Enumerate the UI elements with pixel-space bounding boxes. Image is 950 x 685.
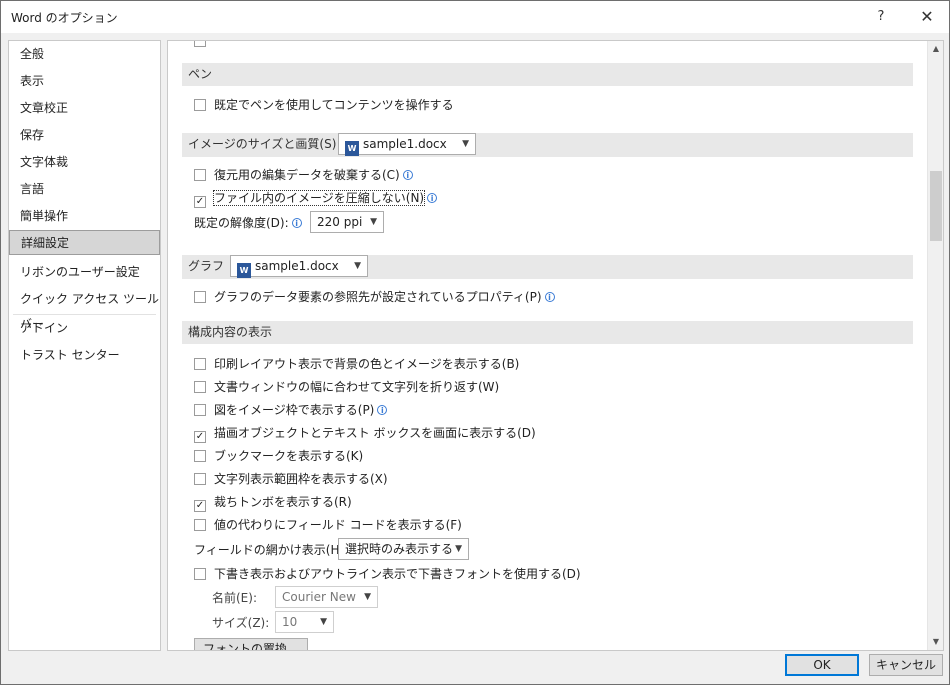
word-doc-icon: W bbox=[237, 263, 251, 278]
checkbox-checked[interactable]: ✓ bbox=[194, 196, 206, 208]
scroll-down-arrow-icon[interactable]: ▼ bbox=[928, 634, 944, 650]
checkbox[interactable] bbox=[194, 473, 206, 485]
option-field-codes[interactable]: 値の代わりにフィールド コードを表示する(F) bbox=[194, 516, 462, 534]
settings-pane: ペン 既定でペンを使用してコンテンツを操作する イメージのサイズと画質(S) W… bbox=[167, 40, 944, 651]
info-icon: i bbox=[377, 405, 388, 415]
checkbox[interactable] bbox=[194, 169, 206, 181]
nav-item-language[interactable]: 言語 bbox=[9, 177, 160, 202]
checkbox[interactable] bbox=[194, 291, 206, 303]
checkbox[interactable] bbox=[194, 358, 206, 370]
resolution-label: 既定の解像度(D): i bbox=[194, 214, 302, 232]
nav-item-proofing[interactable]: 文章校正 bbox=[9, 96, 160, 121]
option-show-background[interactable]: 印刷レイアウト表示で背景の色とイメージを表示する(B) bbox=[194, 355, 519, 373]
checkbox-checked[interactable]: ✓ bbox=[194, 500, 206, 512]
option-wrap-text[interactable]: 文書ウィンドウの幅に合わせて文字列を折り返す(W) bbox=[194, 378, 499, 396]
nav-item-typography[interactable]: 文字体裁 bbox=[9, 150, 160, 175]
nav-item-save[interactable]: 保存 bbox=[9, 123, 160, 148]
chart-section-title: グラフ bbox=[188, 259, 225, 273]
option-text-boundaries[interactable]: 文字列表示範囲枠を表示する(X) bbox=[194, 470, 388, 488]
font-name-select[interactable]: Courier New ▼ bbox=[275, 586, 378, 608]
info-icon: i bbox=[402, 170, 413, 180]
nav-item-customize-ribbon[interactable]: リボンのユーザー設定 bbox=[9, 260, 160, 285]
resolution-select[interactable]: 220 ppi ▼ bbox=[310, 211, 384, 233]
nav-item-advanced[interactable]: 詳細設定 bbox=[9, 230, 160, 255]
checkbox[interactable] bbox=[194, 99, 206, 111]
window-title: Word のオプション bbox=[11, 11, 118, 25]
checkbox-checked[interactable]: ✓ bbox=[194, 431, 206, 443]
title-bar: Word のオプション ? ✕ bbox=[1, 1, 949, 33]
section-header-display: 構成内容の表示 bbox=[182, 321, 913, 344]
nav-item-display[interactable]: 表示 bbox=[9, 69, 160, 94]
clipped-option bbox=[194, 41, 214, 50]
field-shading-select[interactable]: 選択時のみ表示する ▼ bbox=[338, 538, 469, 560]
checkbox[interactable] bbox=[194, 450, 206, 462]
option-discard-edit-data[interactable]: 復元用の編集データを破棄する(C) i bbox=[194, 166, 413, 184]
field-shading-label: フィールドの網かけ表示(H): bbox=[194, 543, 349, 557]
option-draft-font[interactable]: 下書き表示およびアウトライン表示で下書きフォントを使用する(D) bbox=[194, 565, 581, 583]
ok-button[interactable]: OK bbox=[785, 654, 859, 676]
nav-item-accessibility[interactable]: 簡単操作 bbox=[9, 204, 160, 229]
checkbox[interactable] bbox=[194, 519, 206, 531]
checkbox[interactable] bbox=[194, 568, 206, 580]
option-show-bookmarks[interactable]: ブックマークを表示する(K) bbox=[194, 447, 363, 465]
nav-item-trust-center[interactable]: トラスト センター bbox=[9, 343, 160, 368]
category-nav: 全般 表示 文章校正 保存 文字体裁 言語 簡単操作 詳細設定 リボンのユーザー… bbox=[8, 40, 161, 651]
option-show-drawings[interactable]: ✓ 描画オブジェクトとテキスト ボックスを画面に表示する(D) bbox=[194, 424, 536, 443]
section-header-pen: ペン bbox=[182, 63, 913, 86]
help-button[interactable]: ? bbox=[869, 5, 893, 29]
info-icon: i bbox=[291, 218, 302, 228]
option-picture-placeholders[interactable]: 図をイメージ枠で表示する(P) i bbox=[194, 401, 388, 419]
nav-divider bbox=[13, 314, 156, 315]
word-doc-icon: W bbox=[345, 141, 359, 156]
checkbox[interactable] bbox=[194, 41, 206, 47]
content-scrollbar[interactable]: ▲ ▼ bbox=[927, 41, 943, 650]
checkbox[interactable] bbox=[194, 404, 206, 416]
checkbox[interactable] bbox=[194, 381, 206, 393]
option-chart-properties[interactable]: グラフのデータ要素の参照先が設定されているプロパティ(P) i bbox=[194, 288, 555, 306]
cancel-button[interactable]: キャンセル bbox=[869, 654, 943, 676]
nav-item-add-ins[interactable]: アドイン bbox=[9, 316, 160, 341]
section-header-image: イメージのサイズと画質(S) bbox=[182, 133, 913, 157]
info-icon: i bbox=[544, 292, 555, 302]
close-button[interactable]: ✕ bbox=[913, 5, 941, 29]
font-size-label: サイズ(Z): bbox=[212, 616, 270, 630]
font-substitution-button[interactable]: フォントの置換(F)... bbox=[194, 638, 308, 650]
chart-doc-select[interactable]: Wsample1.docx ▼ bbox=[230, 255, 368, 278]
scroll-up-arrow-icon[interactable]: ▲ bbox=[928, 41, 944, 57]
option-crop-marks[interactable]: ✓ 裁ちトンボを表示する(R) bbox=[194, 493, 352, 512]
scroll-thumb[interactable] bbox=[930, 171, 942, 241]
option-pen-default[interactable]: 既定でペンを使用してコンテンツを操作する bbox=[194, 96, 454, 114]
info-icon: i bbox=[427, 193, 438, 203]
font-name-label: 名前(E): bbox=[212, 591, 257, 605]
nav-item-general[interactable]: 全般 bbox=[9, 42, 160, 67]
image-section-title: イメージのサイズと画質(S) bbox=[188, 137, 337, 151]
font-size-select[interactable]: 10 ▼ bbox=[275, 611, 334, 633]
option-no-compress[interactable]: ✓ ファイル内のイメージを圧縮しない(N) i bbox=[194, 189, 438, 208]
nav-item-quick-access-toolbar[interactable]: クイック アクセス ツール バー bbox=[9, 287, 160, 331]
image-doc-select[interactable]: Wsample1.docx ▼ bbox=[338, 133, 476, 156]
options-dialog: Word のオプション ? ✕ 全般 表示 文章校正 保存 文字体裁 言語 簡単… bbox=[0, 0, 950, 685]
